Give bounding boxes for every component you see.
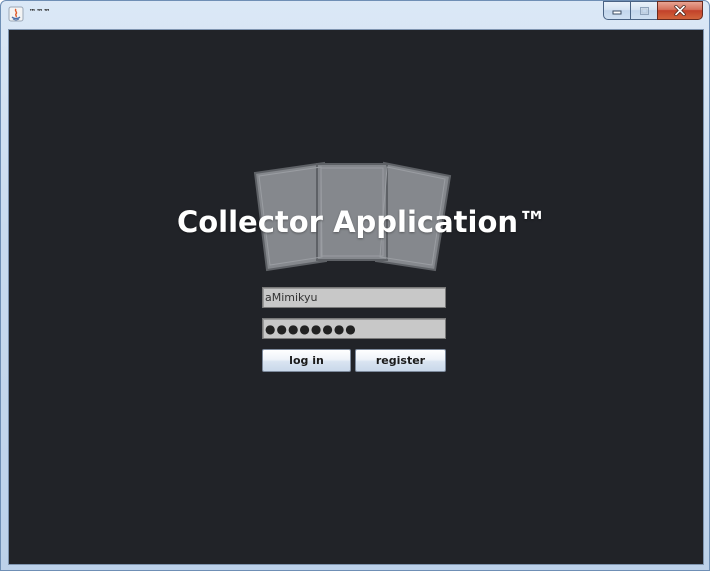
app-title: Collector Application™ [176,205,548,239]
caption-buttons [603,1,703,20]
login-button[interactable]: log in [262,349,351,372]
title-bar[interactable]: ™™™ [1,1,709,28]
login-panel: Collector Application™ log in register [8,29,704,565]
application-window: ™™™ Collector Application™ aMimikyu ●●●●… [0,0,710,571]
username-field[interactable] [262,287,446,308]
close-icon [674,5,686,16]
maximize-icon [639,6,649,15]
minimize-button[interactable] [603,1,630,20]
window-title: ™™™ [29,8,51,16]
password-field[interactable] [262,318,446,339]
java-icon[interactable] [8,6,24,22]
register-button[interactable]: register [355,349,446,372]
close-button[interactable] [657,1,703,20]
maximize-button[interactable] [630,1,657,20]
minimize-icon [612,10,621,15]
